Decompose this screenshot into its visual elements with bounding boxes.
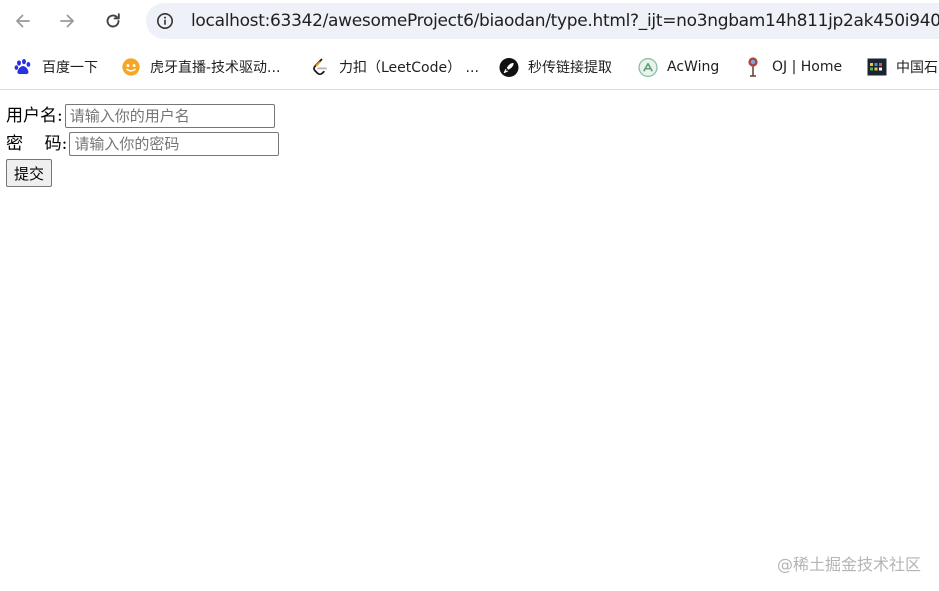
bookmark-leetcode[interactable]: 力扣（LeetCode） ... [310, 55, 479, 79]
username-row: 用户名: [6, 102, 279, 130]
bookmark-label: 秒传链接提取 [528, 60, 612, 76]
bookmark-acwing[interactable]: AcWing [638, 55, 719, 79]
grid-logo-icon [867, 57, 887, 77]
bookmark-label: AcWing [667, 59, 720, 75]
rocket-icon [499, 57, 519, 77]
username-label: 用户名: [6, 106, 63, 126]
username-input[interactable] [64, 104, 275, 128]
arrow-right-icon [60, 14, 74, 28]
reload-button[interactable] [98, 6, 128, 36]
bookmarks-bar: 百度一下 虎牙直播-技术驱动... 力扣（LeetCode） ... 秒传链接提… [0, 50, 939, 84]
login-form: 用户名: 密 码: 提交 [6, 102, 280, 187]
arrow-left-icon [16, 14, 30, 28]
address-bar[interactable]: localhost:63342/awesomeProject6/biaodan/… [146, 3, 939, 39]
bookmark-label: OJ | Home [772, 59, 843, 75]
site-info-button[interactable] [154, 10, 176, 32]
bookmark-oj[interactable]: OJ | Home [743, 55, 842, 79]
leetcode-icon [310, 57, 330, 77]
forward-button[interactable] [52, 6, 82, 36]
reload-icon [106, 13, 120, 28]
huya-icon [121, 57, 141, 77]
bookmark-zhongguoshi[interactable]: 中国石 [867, 55, 938, 79]
oj-icon [743, 57, 763, 77]
bookmark-label: 百度一下 [42, 60, 98, 76]
info-circle-icon [157, 13, 173, 29]
browser-chrome: localhost:63342/awesomeProject6/biaodan/… [0, 0, 939, 90]
password-label: 密 码: [6, 134, 68, 154]
back-button[interactable] [8, 6, 38, 36]
submit-button[interactable]: 提交 [6, 159, 53, 187]
baidu-paw-icon [13, 57, 33, 77]
bookmark-label: 中国石 [896, 60, 938, 76]
password-input[interactable] [69, 132, 280, 156]
password-row: 密 码: [6, 130, 280, 158]
watermark: @稀土掘金技术社区 [776, 555, 921, 574]
bookmark-label: 虎牙直播-技术驱动... [150, 60, 281, 76]
bookmark-miaochuan[interactable]: 秒传链接提取 [499, 55, 612, 79]
url-text[interactable]: localhost:63342/awesomeProject6/biaodan/… [191, 10, 939, 32]
acwing-icon [638, 57, 658, 77]
bookmark-label: 力扣（LeetCode） ... [339, 60, 479, 76]
bookmark-huya[interactable]: 虎牙直播-技术驱动... [121, 55, 280, 79]
bookmark-baidu[interactable]: 百度一下 [13, 55, 98, 79]
